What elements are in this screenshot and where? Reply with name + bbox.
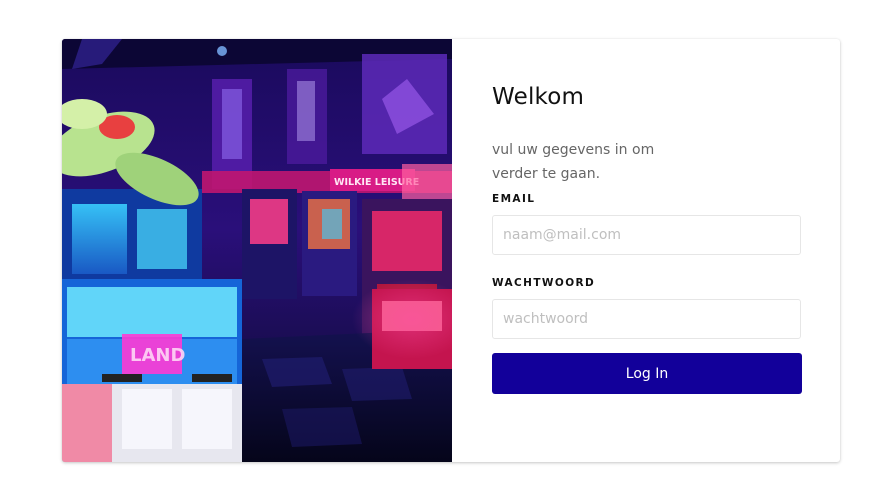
welcome-title: Welkom: [492, 84, 585, 110]
login-card: WILKIE LEISURE LAND Welkom vul uw gegeve…: [62, 39, 840, 462]
login-form: Welkom vul uw gegevens in om verder te g…: [492, 39, 802, 462]
welcome-subtitle: vul uw gegevens in om verder te gaan.: [492, 142, 655, 182]
svg-text:LAND: LAND: [130, 345, 185, 366]
arcade-photo: WILKIE LEISURE LAND: [62, 39, 452, 462]
email-input[interactable]: [492, 215, 801, 255]
email-label: EMAIL: [492, 193, 536, 205]
password-input[interactable]: [492, 299, 801, 339]
password-label: WACHTWOORD: [492, 277, 596, 289]
login-button[interactable]: Log In: [492, 353, 802, 394]
